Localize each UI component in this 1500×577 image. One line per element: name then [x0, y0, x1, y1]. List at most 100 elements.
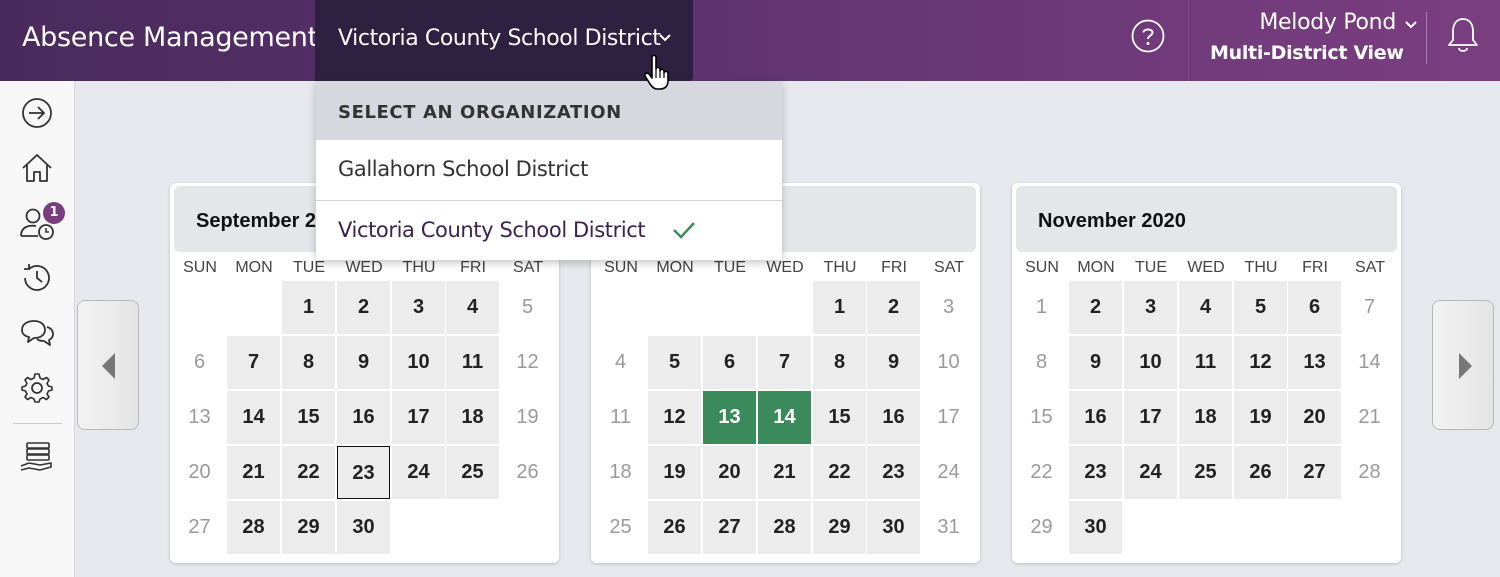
- calendar-day[interactable]: 20: [1288, 391, 1341, 444]
- help-icon[interactable]: [1131, 19, 1165, 53]
- calendar-day[interactable]: 9: [1069, 336, 1122, 389]
- calendar-day[interactable]: 24: [1124, 446, 1177, 499]
- organization-dropdown: SELECT AN ORGANIZATION Gallahorn School …: [316, 81, 782, 260]
- calendar-day: 21: [1358, 406, 1381, 428]
- calendar-day[interactable]: 11: [446, 336, 499, 389]
- previous-month-button[interactable]: [77, 300, 139, 430]
- calendar-day[interactable]: 30: [1069, 501, 1122, 554]
- organization-selector[interactable]: Victoria County School District: [315, 0, 693, 81]
- calendar-day[interactable]: 30: [867, 501, 920, 554]
- home-icon[interactable]: [18, 149, 56, 187]
- calendar-day[interactable]: 9: [867, 336, 920, 389]
- next-month-button[interactable]: [1432, 300, 1494, 430]
- calendar-day[interactable]: 6: [703, 336, 756, 389]
- header-divider: [1426, 12, 1427, 64]
- calendar-day[interactable]: 23: [867, 446, 920, 499]
- calendar-day[interactable]: 17: [392, 391, 445, 444]
- calendar-day: 27: [188, 516, 211, 538]
- calendar-day[interactable]: 6: [1288, 281, 1341, 334]
- calendar-day-today[interactable]: 23: [337, 446, 390, 499]
- calendar-day[interactable]: 21: [758, 446, 811, 499]
- calendar-day[interactable]: 21: [227, 446, 280, 499]
- calendar-day[interactable]: 23: [1069, 446, 1122, 499]
- organization-selector-label: Victoria County School District: [338, 26, 661, 51]
- calendar-day[interactable]: 4: [446, 281, 499, 334]
- calendar-day[interactable]: 29: [282, 501, 335, 554]
- history-icon[interactable]: [18, 259, 56, 297]
- top-header: Absence Management Victoria County Schoo…: [0, 0, 1500, 81]
- calendar-day[interactable]: 18: [446, 391, 499, 444]
- chat-bubbles-icon[interactable]: [18, 314, 56, 352]
- calendar-day[interactable]: 7: [227, 336, 280, 389]
- calendar-day: 14: [1358, 351, 1381, 373]
- calendar-day[interactable]: 18: [1179, 391, 1232, 444]
- calendar-day[interactable]: 12: [648, 391, 701, 444]
- organization-option-selected[interactable]: Victoria County School District: [316, 201, 782, 260]
- calendar-day[interactable]: 16: [337, 391, 390, 444]
- calendar-day[interactable]: 22: [282, 446, 335, 499]
- calendar-day[interactable]: 22: [813, 446, 866, 499]
- calendar-day[interactable]: 15: [282, 391, 335, 444]
- calendar-day[interactable]: 26: [648, 501, 701, 554]
- bell-icon[interactable]: [1447, 16, 1479, 54]
- calendar-day[interactable]: 19: [1234, 391, 1287, 444]
- arrow-right-circle-icon[interactable]: [18, 94, 56, 132]
- calendar-day[interactable]: 8: [282, 336, 335, 389]
- weekday-header: THU: [402, 259, 436, 276]
- calendar-day[interactable]: 2: [337, 281, 390, 334]
- organization-option[interactable]: Gallahorn School District: [316, 140, 782, 199]
- calendar-day[interactable]: 29: [813, 501, 866, 554]
- calendar-day-selected[interactable]: 13: [703, 391, 756, 444]
- calendar-day[interactable]: 13: [1288, 336, 1341, 389]
- weekday-header: TUE: [1135, 259, 1167, 276]
- calendar-day[interactable]: 7: [758, 336, 811, 389]
- calendar-day[interactable]: 2: [867, 281, 920, 334]
- calendar-day[interactable]: 1: [282, 281, 335, 334]
- calendar-day[interactable]: 2: [1069, 281, 1122, 334]
- calendar-day[interactable]: 12: [1234, 336, 1287, 389]
- calendar-day[interactable]: 10: [392, 336, 445, 389]
- calendar-day[interactable]: 26: [1234, 446, 1287, 499]
- calendar-day[interactable]: 4: [1179, 281, 1232, 334]
- calendar-day[interactable]: 28: [227, 501, 280, 554]
- calendar-month-title: November 2020: [1038, 210, 1186, 232]
- calendar-day-selected[interactable]: 14: [758, 391, 811, 444]
- calendar-day[interactable]: 15: [813, 391, 866, 444]
- calendar-day[interactable]: 28: [758, 501, 811, 554]
- weekday-header: SUN: [604, 259, 638, 276]
- calendar-day[interactable]: 1: [813, 281, 866, 334]
- weekday-header: MON: [656, 259, 694, 276]
- calendar-day: 28: [1358, 461, 1381, 483]
- calendar-day[interactable]: 3: [1124, 281, 1177, 334]
- calendar-day: 13: [188, 406, 211, 428]
- calendar-day[interactable]: 30: [337, 501, 390, 554]
- calendar-day[interactable]: 25: [446, 446, 499, 499]
- calendar-day[interactable]: 11: [1179, 336, 1232, 389]
- calendar-day[interactable]: 5: [648, 336, 701, 389]
- calendar-day[interactable]: 3: [392, 281, 445, 334]
- calendar-day[interactable]: 9: [337, 336, 390, 389]
- calendar-day[interactable]: 14: [227, 391, 280, 444]
- calendar-day[interactable]: 10: [1124, 336, 1177, 389]
- sidebar: 1: [0, 81, 75, 577]
- calendar-day: 7: [1363, 296, 1376, 318]
- calendar-day[interactable]: 19: [648, 446, 701, 499]
- calendar-day[interactable]: 5: [1234, 281, 1287, 334]
- hand-stack-icon[interactable]: [18, 438, 56, 476]
- calendar-day[interactable]: 20: [703, 446, 756, 499]
- calendar-day[interactable]: 25: [1179, 446, 1232, 499]
- calendar-day[interactable]: 24: [392, 446, 445, 499]
- calendar-day[interactable]: 8: [813, 336, 866, 389]
- gear-icon[interactable]: [18, 369, 56, 407]
- calendar-day[interactable]: 27: [1288, 446, 1341, 499]
- weekday-header: FRI: [881, 259, 907, 276]
- calendar-day[interactable]: 17: [1124, 391, 1177, 444]
- calendar-day: 18: [609, 461, 632, 483]
- calendar-day[interactable]: 27: [703, 501, 756, 554]
- user-menu[interactable]: Melody Pond Multi-District View: [1188, 0, 1426, 81]
- weekday-header: MON: [235, 259, 273, 276]
- calendar-day[interactable]: 16: [1069, 391, 1122, 444]
- weekday-header: THU: [1244, 259, 1278, 276]
- calendar-day: 19: [516, 406, 539, 428]
- calendar-day[interactable]: 16: [867, 391, 920, 444]
